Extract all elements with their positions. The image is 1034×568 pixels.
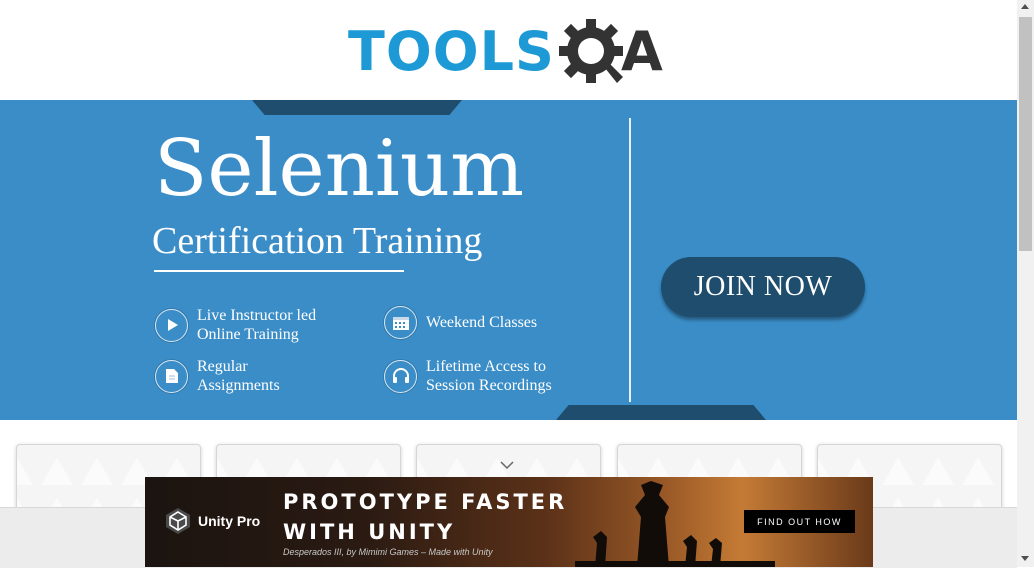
ad-headline: PROTOTYPE FASTER WITH UNITY — [283, 490, 568, 544]
banner-stripe-bottom — [556, 405, 766, 420]
join-now-button[interactable]: JOIN NOW — [661, 257, 865, 317]
calendar-icon — [384, 306, 417, 339]
logo-text: TOOLS — [348, 20, 555, 83]
banner-stripe-top — [252, 100, 462, 115]
logo-text-a: A — [620, 20, 663, 83]
chevron-down-icon[interactable] — [500, 460, 514, 470]
unity-brand: Unity Pro — [198, 513, 261, 529]
feature-text: Lifetime Access to Session Recordings — [426, 358, 552, 394]
scroll-up-arrow-icon[interactable] — [1021, 4, 1029, 9]
document-icon — [155, 359, 188, 393]
feature-lifetime-access: Lifetime Access to Session Recordings — [384, 357, 552, 395]
magnifier-gear-icon — [558, 19, 623, 83]
feature-live-instructor: Live Instructor led Online Training — [155, 306, 316, 344]
scrollbar-thumb[interactable] — [1019, 17, 1032, 251]
feature-text: Regular Assignments — [197, 358, 280, 394]
feature-weekend-classes: Weekend Classes — [384, 306, 537, 339]
play-icon — [155, 308, 188, 342]
unity-cube-icon — [166, 508, 190, 534]
scroll-down-arrow-icon[interactable] — [1021, 556, 1029, 561]
feature-text: Live Instructor led Online Training — [197, 307, 317, 343]
headphones-icon — [384, 359, 417, 393]
banner-divider — [629, 118, 631, 402]
find-out-how-button[interactable]: FIND OUT HOW — [744, 510, 855, 533]
vertical-scrollbar[interactable] — [1017, 0, 1034, 567]
banner-subtitle: Certification Training — [152, 220, 483, 262]
unity-advertisement[interactable]: Unity Pro PROTOTYPE FASTER WITH UNITY De… — [145, 477, 873, 567]
ad-caption: Desperados III, by Mimimi Games – Made w… — [283, 547, 493, 557]
banner-title: Selenium — [154, 124, 525, 214]
feature-text: Weekend Classes — [426, 314, 538, 331]
unity-logo: Unity Pro — [165, 507, 260, 535]
selenium-training-banner[interactable]: Selenium Certification Training Live Ins… — [0, 100, 1017, 420]
title-underline — [154, 270, 404, 272]
toolsqa-logo[interactable]: TOOLS A — [348, 14, 663, 90]
feature-regular-assignments: Regular Assignments — [155, 357, 280, 395]
site-header: TOOLS A — [0, 0, 1017, 100]
